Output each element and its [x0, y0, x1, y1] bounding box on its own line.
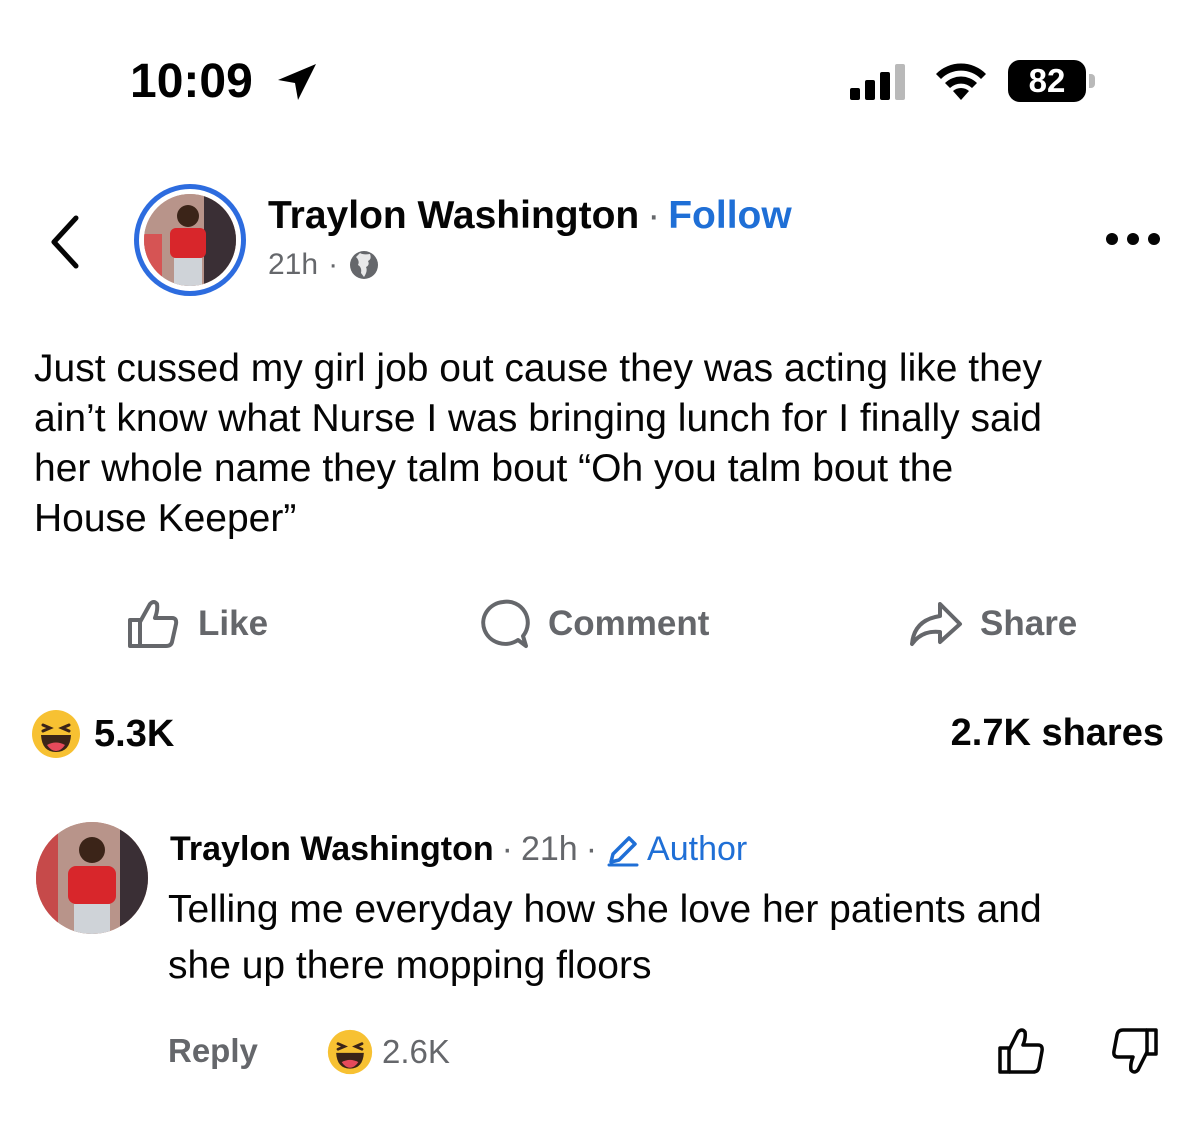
battery-cap: [1089, 74, 1095, 88]
author-badge-label: Author: [647, 830, 748, 868]
pencil-icon: [607, 835, 639, 866]
post-meta: 21h ·: [268, 248, 380, 282]
post-header-line: Traylon Washington · Follow: [268, 194, 792, 238]
reaction-count: 5.3K: [94, 712, 175, 755]
share-count[interactable]: 2.7K shares: [951, 712, 1164, 755]
location-arrow-icon: [278, 64, 316, 100]
status-time: 10:09: [130, 55, 253, 108]
post-time[interactable]: 21h: [268, 248, 318, 282]
reaction-summary[interactable]: 5.3K: [30, 708, 174, 760]
share-label: Share: [980, 604, 1078, 643]
author-name[interactable]: Traylon Washington: [268, 194, 639, 237]
battery-level: 82: [1008, 60, 1086, 102]
author-avatar[interactable]: [134, 184, 246, 296]
like-button[interactable]: Like: [124, 596, 268, 652]
comment-author[interactable]: Traylon Washington: [170, 830, 494, 869]
haha-emoji-icon: [32, 710, 80, 758]
comment-avatar[interactable]: [36, 822, 148, 934]
avatar-image: [144, 194, 236, 286]
thumbs-up-icon[interactable]: [996, 1026, 1046, 1076]
comment-header: Traylon Washington · 21h · Author: [170, 830, 747, 869]
reply-button[interactable]: Reply: [168, 1032, 258, 1070]
meta-separator: ·: [328, 248, 339, 281]
like-icon: [128, 600, 179, 648]
share-icon: [910, 602, 962, 646]
follow-button[interactable]: Follow: [668, 194, 791, 237]
avatar-photo: [144, 194, 236, 286]
wifi-icon: [936, 63, 986, 100]
author-badge: Author: [605, 830, 747, 869]
comment-separator-2: ·: [585, 830, 598, 868]
comment-icon: [481, 599, 530, 648]
globe-icon: [350, 251, 379, 279]
comment-separator: ·: [501, 830, 513, 868]
more-icon[interactable]: [1104, 226, 1162, 252]
comment-label: Comment: [548, 604, 710, 643]
share-button[interactable]: Share: [906, 596, 1077, 652]
comment-reactions[interactable]: 2.6K: [326, 1028, 450, 1076]
like-label: Like: [198, 604, 269, 643]
thumbs-down-icon[interactable]: [1110, 1026, 1160, 1076]
comment-time[interactable]: 21h: [521, 830, 578, 869]
back-chevron-icon[interactable]: [44, 212, 88, 272]
post-text: Just cussed my girl job out cause they w…: [34, 347, 1042, 540]
comment-button[interactable]: Comment: [474, 596, 709, 652]
comment-avatar-image: [36, 822, 148, 934]
battery-icon: 82: [1008, 60, 1100, 102]
header-separator: ·: [647, 194, 661, 237]
comment-reaction-count: 2.6K: [382, 1033, 450, 1070]
haha-emoji-icon: [327, 1029, 373, 1075]
signal-icon: [850, 64, 905, 100]
comment-text: Telling me everyday how she love her pat…: [168, 888, 1042, 987]
